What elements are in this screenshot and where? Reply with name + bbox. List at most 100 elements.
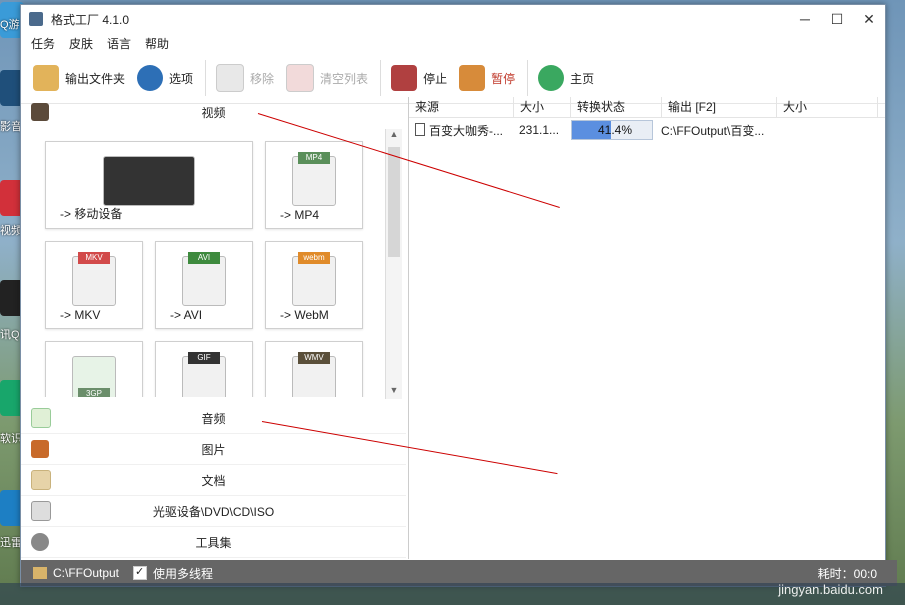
tile-gif[interactable]: GIF [155,341,253,397]
desktop-label: 迅雷 [0,537,22,549]
scroll-up-arrow[interactable]: ▲ [386,129,402,143]
video-format-grid: -> 移动设备 MP4 -> MP4 MKV -> MKV AVI -> AVI… [21,127,403,397]
remove-icon [216,64,245,92]
row-output: C:\FFOutput\百变... [661,123,765,138]
toolbar-separator [380,60,382,96]
format-badge: MKV [78,252,110,264]
format-badge: webm [298,252,330,264]
tile-avi[interactable]: AVI -> AVI [155,241,253,329]
toolbar-separator [527,60,529,96]
options-label: 选项 [169,71,194,86]
tile-mkv[interactable]: MKV -> MKV [45,241,143,329]
menu-skin[interactable]: 皮肤 [69,35,93,52]
home-label: 主页 [570,71,595,86]
stop-label: 停止 [423,71,448,86]
format-badge: MP4 [298,152,330,164]
menu-help[interactable]: 帮助 [145,35,169,52]
globe-icon [538,65,565,91]
tile-webm[interactable]: webm -> WebM [265,241,363,329]
task-list: 来源 大小 转换状态 输出 [F2] 大小 百变大咖秀-... 231.1...… [408,97,885,559]
stop-button[interactable]: 停止 [391,65,447,91]
category-audio-label: 音频 [201,411,226,426]
toolbar-separator [205,60,207,96]
close-button[interactable]: ✕ [853,11,885,28]
category-image-label: 图片 [201,442,226,457]
menu-language[interactable]: 语言 [107,35,131,52]
output-folder-button[interactable]: 输出文件夹 [33,65,125,91]
category-video-label: 视频 [201,105,226,120]
remove-button[interactable]: 移除 [216,64,274,92]
folder-icon [33,65,59,91]
pause-button[interactable]: 暂停 [459,65,515,91]
tile-label: -> MKV [60,308,101,322]
desktop-label: 影音 [0,121,22,133]
tile-label: -> AVI [170,308,203,322]
tile-label: -> 移动设备 [60,207,123,221]
category-document-label: 文档 [201,473,226,488]
row-source: 百变大咖秀-... [409,122,513,139]
tile-3gp[interactable]: 3GP [45,341,143,397]
grid-scrollbar[interactable]: ▲ ▼ [385,129,402,399]
folder-icon[interactable] [33,567,47,579]
format-badge: 3GP [78,388,110,397]
minimize-button[interactable]: ─ [789,11,821,28]
tile-mobile[interactable]: -> 移动设备 [45,141,253,229]
pause-icon [459,65,486,91]
category-panel: 视频 -> 移动设备 MP4 -> MP4 MKV -> MKV AVI -> … [21,97,406,559]
multithread-checkbox[interactable] [133,565,148,580]
progress-text: 41.4% [597,123,633,137]
remove-label: 移除 [250,71,275,86]
col-status[interactable]: 转换状态 [571,97,662,117]
task-list-header: 来源 大小 转换状态 输出 [F2] 大小 [409,97,885,118]
tile-mp4[interactable]: MP4 -> MP4 [265,141,363,229]
title-bar: 格式工厂 4.1.0 ─ ☐ ✕ [21,5,885,33]
col-size[interactable]: 大小 [514,97,571,117]
col-source[interactable]: 来源 [409,97,514,117]
progress-bar: 41.4% [571,120,653,140]
category-video[interactable]: 视频 [21,97,406,127]
gear-icon [137,65,164,91]
category-tools[interactable]: 工具集 [21,527,406,558]
maximize-button[interactable]: ☐ [821,11,853,28]
pause-label: 暂停 [491,71,516,86]
category-disc[interactable]: 光驱设备\DVD\CD\ISO [21,496,406,527]
watermark-text: jingyan.baidu.com [778,582,883,597]
scroll-down-arrow[interactable]: ▼ [386,385,402,399]
desktop-label: Q游 [0,19,20,31]
category-document[interactable]: 文档 [21,465,406,496]
elapsed-time: 耗时：00:0 [817,566,877,581]
desktop-label: 视频 [0,225,22,237]
desktop-label: 软识 [0,433,22,445]
col-output[interactable]: 输出 [F2] [662,97,777,117]
home-button[interactable]: 主页 [538,65,594,91]
table-row[interactable]: 百变大咖秀-... 231.1... 41.4% C:\FFOutput\百变.… [409,118,885,142]
window-title: 格式工厂 4.1.0 [51,12,130,27]
category-image[interactable]: 图片 [21,434,406,465]
window-controls: ─ ☐ ✕ [789,11,885,28]
output-folder-label: 输出文件夹 [65,71,126,86]
clear-list-button[interactable]: 清空列表 [286,64,368,92]
output-path: C:\FFOutput [53,566,120,580]
category-audio[interactable]: 音频 [21,403,406,434]
scroll-thumb[interactable] [388,147,400,257]
menu-task[interactable]: 任务 [31,35,55,52]
app-icon [29,12,43,26]
menu-bar: 任务 皮肤 语言 帮助 [21,33,885,53]
tile-label: -> MP4 [280,208,320,222]
desktop-label: 讯Q [0,329,20,341]
clear-list-label: 清空列表 [320,71,369,86]
category-list: 音频 图片 文档 光驱设备\DVD\CD\ISO 工具集 [21,403,406,558]
tile-wmv[interactable]: WMV [265,341,363,397]
format-badge: WMV [298,352,330,364]
mobile-device-icon [103,156,195,206]
file-icon [415,122,425,136]
format-badge: AVI [188,252,220,264]
multithread-label: 使用多线程 [153,566,214,581]
format-badge: GIF [188,352,220,364]
clear-icon [286,64,315,92]
stop-icon [391,65,418,91]
taskbar [0,583,905,605]
tile-label: -> WebM [280,308,329,322]
col-out-size[interactable]: 大小 [777,97,878,117]
options-button[interactable]: 选项 [137,65,193,91]
